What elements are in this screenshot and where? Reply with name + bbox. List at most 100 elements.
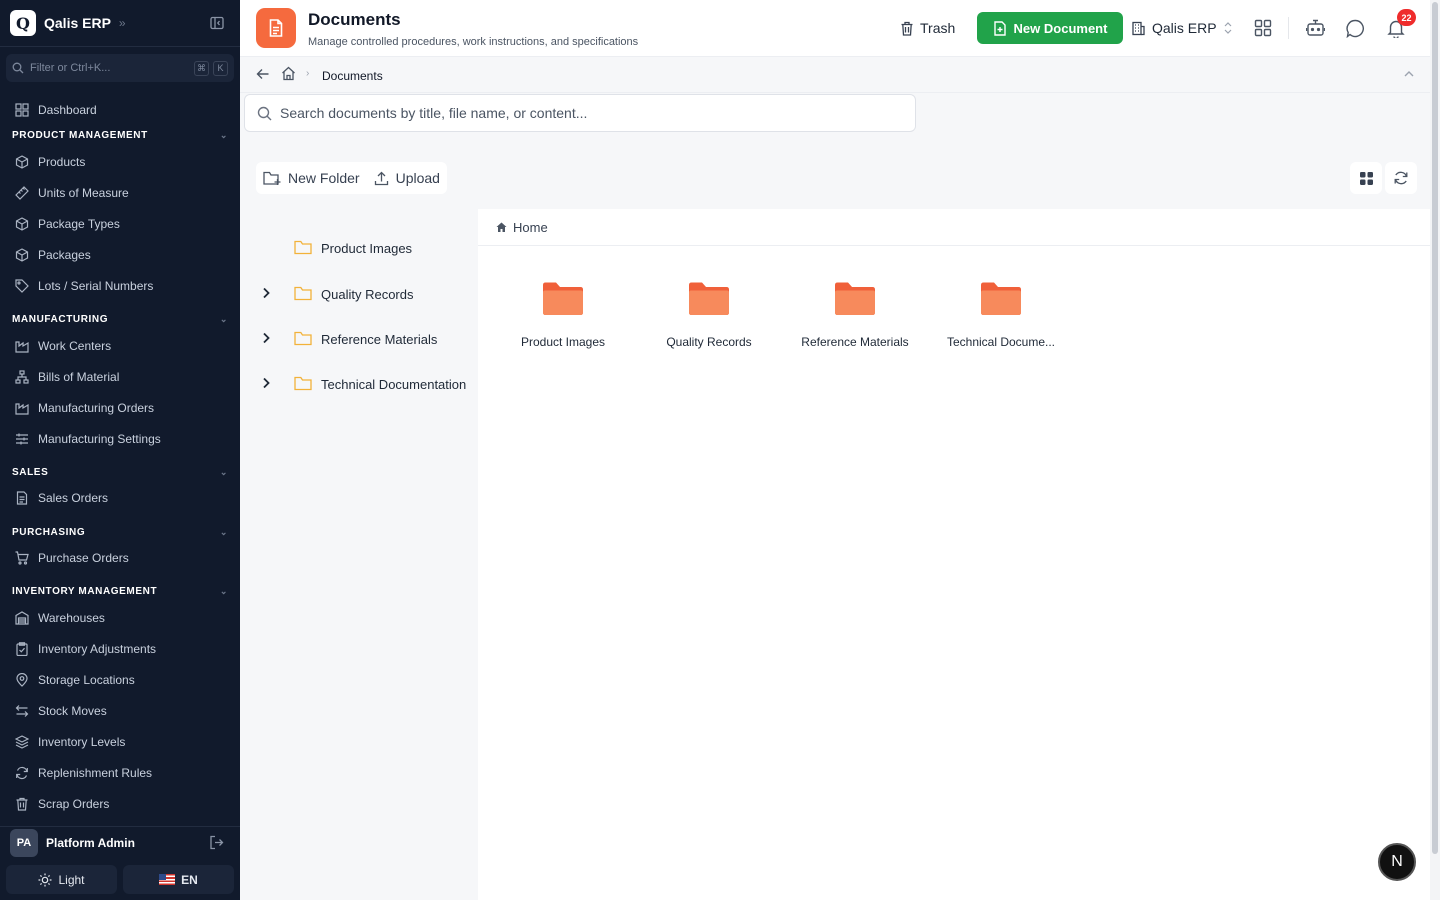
apps-grid-icon[interactable] bbox=[1252, 17, 1274, 39]
grid-view-toggle[interactable] bbox=[1350, 162, 1382, 194]
sidebar: Q Qalis ERP » Filter or Ctrl+K... ⌘ K Da… bbox=[0, 0, 240, 900]
language-button[interactable]: EN bbox=[123, 865, 234, 894]
sidebar-item-label: Bills of Material bbox=[38, 370, 120, 384]
home-icon bbox=[496, 222, 507, 232]
sidebar-item-label: Replenishment Rules bbox=[38, 766, 153, 780]
folder-icon bbox=[981, 282, 1021, 315]
factory-icon bbox=[15, 403, 29, 415]
clipboard-check-icon bbox=[16, 642, 28, 656]
sidebar-item-label: Dashboard bbox=[38, 103, 97, 117]
folder-content: Home Product Images Quality Records Refe… bbox=[478, 209, 1430, 900]
folder-tree: Product Images Quality Records Reference… bbox=[240, 209, 477, 900]
sidebar-item-lots-serial-numbers[interactable]: Lots / Serial Numbers bbox=[0, 274, 240, 298]
section-title: PURCHASING bbox=[12, 526, 86, 538]
refresh-icon bbox=[16, 766, 28, 780]
tree-item-technical-documentation[interactable]: Technical Documentation bbox=[240, 369, 477, 399]
sidebar-item-units-of-measure[interactable]: Units of Measure bbox=[0, 181, 240, 205]
sidebar-collapse-icon[interactable] bbox=[209, 15, 225, 31]
page-header: Documents Manage controlled procedures, … bbox=[240, 0, 1430, 57]
refresh-button[interactable] bbox=[1385, 162, 1417, 194]
sidebar-item-label: Work Centers bbox=[38, 339, 112, 353]
sidebar-item-replenishment-rules[interactable]: Replenishment Rules bbox=[0, 761, 240, 785]
company-selector[interactable]: Qalis ERP bbox=[1131, 15, 1233, 41]
search-icon bbox=[257, 106, 272, 120]
sidebar-item-packages[interactable]: Packages bbox=[0, 243, 240, 267]
folder-plus-icon bbox=[263, 171, 281, 185]
logout-icon[interactable] bbox=[209, 835, 224, 853]
bot-icon[interactable] bbox=[1304, 17, 1326, 39]
trash-button[interactable]: Trash bbox=[900, 15, 955, 41]
brand-switcher[interactable]: Q Qalis ERP » bbox=[10, 10, 126, 36]
company-name: Qalis ERP bbox=[1152, 20, 1217, 36]
chevron-right-icon[interactable] bbox=[259, 286, 273, 303]
folder-card-name: Quality Records bbox=[666, 335, 752, 349]
content-breadcrumb[interactable]: Home bbox=[478, 209, 1430, 246]
sidebar-item-dashboard[interactable]: Dashboard bbox=[0, 98, 240, 122]
trash-label: Trash bbox=[920, 20, 956, 36]
user-menu[interactable]: PA Platform Admin bbox=[0, 826, 240, 858]
section-purchasing[interactable]: PURCHASING ⌄ bbox=[12, 524, 228, 540]
assistant-fab-button[interactable]: N bbox=[1378, 843, 1416, 881]
kbd-cmd: ⌘ bbox=[194, 60, 209, 76]
sidebar-item-inventory-levels[interactable]: Inventory Levels bbox=[0, 730, 240, 754]
folder-card-technical-documentation[interactable]: Technical Docume... bbox=[936, 281, 1066, 371]
folder-card-quality-records[interactable]: Quality Records bbox=[644, 281, 774, 371]
sidebar-filter-input[interactable]: Filter or Ctrl+K... ⌘ K bbox=[6, 54, 234, 82]
box-icon bbox=[15, 248, 29, 262]
page-scrollbar[interactable] bbox=[1430, 0, 1440, 900]
sidebar-item-label: Packages bbox=[38, 248, 91, 262]
sidebar-item-manufacturing-settings[interactable]: Manufacturing Settings bbox=[0, 427, 240, 451]
sidebar-item-manufacturing-orders[interactable]: Manufacturing Orders bbox=[0, 396, 240, 420]
sidebar-item-purchase-orders[interactable]: Purchase Orders bbox=[0, 546, 240, 570]
document-search[interactable] bbox=[244, 94, 916, 132]
section-sales[interactable]: SALES ⌄ bbox=[12, 464, 228, 480]
scrollbar-thumb[interactable] bbox=[1432, 2, 1438, 854]
search-input[interactable] bbox=[280, 105, 880, 121]
us-flag-icon bbox=[159, 874, 176, 885]
home-icon[interactable] bbox=[281, 66, 296, 84]
section-inventory-management[interactable]: INVENTORY MANAGEMENT ⌄ bbox=[12, 583, 228, 599]
sidebar-item-sales-orders[interactable]: Sales Orders bbox=[0, 486, 240, 510]
chevron-right-icon[interactable] bbox=[259, 376, 273, 393]
folder-card-reference-materials[interactable]: Reference Materials bbox=[790, 281, 920, 371]
sidebar-item-label: Lots / Serial Numbers bbox=[38, 279, 154, 293]
section-title: INVENTORY MANAGEMENT bbox=[12, 585, 158, 597]
sidebar-item-products[interactable]: Products bbox=[0, 150, 240, 174]
new-document-button[interactable]: New Document bbox=[977, 12, 1123, 44]
sidebar-item-package-types[interactable]: Package Types bbox=[0, 212, 240, 236]
chevron-down-icon: ⌄ bbox=[219, 585, 228, 596]
section-product-management[interactable]: PRODUCT MANAGEMENT ⌄ bbox=[12, 127, 228, 143]
sidebar-item-work-centers[interactable]: Work Centers bbox=[0, 334, 240, 358]
sidebar-item-bills-of-material[interactable]: Bills of Material bbox=[0, 365, 240, 389]
building-icon bbox=[1132, 21, 1145, 35]
chevron-up-icon[interactable] bbox=[1403, 68, 1415, 83]
upload-button[interactable]: Upload bbox=[367, 162, 447, 194]
app-logo: Q bbox=[10, 10, 36, 36]
sidebar-item-label: Manufacturing Settings bbox=[38, 432, 161, 446]
file-text-icon bbox=[16, 491, 28, 505]
sidebar-item-warehouses[interactable]: Warehouses bbox=[0, 606, 240, 630]
folder-card-product-images[interactable]: Product Images bbox=[498, 281, 628, 371]
tree-item-product-images[interactable]: Product Images bbox=[240, 233, 477, 263]
document-icon bbox=[256, 8, 296, 48]
sidebar-item-scrap-orders[interactable]: Scrap Orders bbox=[0, 792, 240, 816]
sidebar-item-stock-moves[interactable]: Stock Moves bbox=[0, 699, 240, 723]
new-folder-button[interactable]: New Folder bbox=[256, 162, 367, 194]
factory-icon bbox=[15, 341, 29, 353]
sidebar-item-storage-locations[interactable]: Storage Locations bbox=[0, 668, 240, 692]
tree-item-reference-materials[interactable]: Reference Materials bbox=[240, 324, 477, 354]
sidebar-item-label: Inventory Levels bbox=[38, 735, 126, 749]
sidebar-item-label: Inventory Adjustments bbox=[38, 642, 157, 656]
theme-label: Light bbox=[58, 872, 85, 887]
file-toolbar: New Folder Upload bbox=[256, 162, 447, 194]
page-title: Documents bbox=[308, 10, 401, 29]
sidebar-item-label: Purchase Orders bbox=[38, 551, 129, 565]
section-title: PRODUCT MANAGEMENT bbox=[12, 129, 148, 141]
chat-icon[interactable] bbox=[1344, 17, 1366, 39]
arrow-left-icon[interactable] bbox=[256, 67, 270, 84]
section-manufacturing[interactable]: MANUFACTURING ⌄ bbox=[12, 311, 228, 327]
theme-toggle-button[interactable]: Light bbox=[6, 865, 117, 894]
tree-item-quality-records[interactable]: Quality Records bbox=[240, 279, 477, 309]
sidebar-item-inventory-adjustments[interactable]: Inventory Adjustments bbox=[0, 637, 240, 661]
chevron-right-icon[interactable] bbox=[259, 331, 273, 348]
